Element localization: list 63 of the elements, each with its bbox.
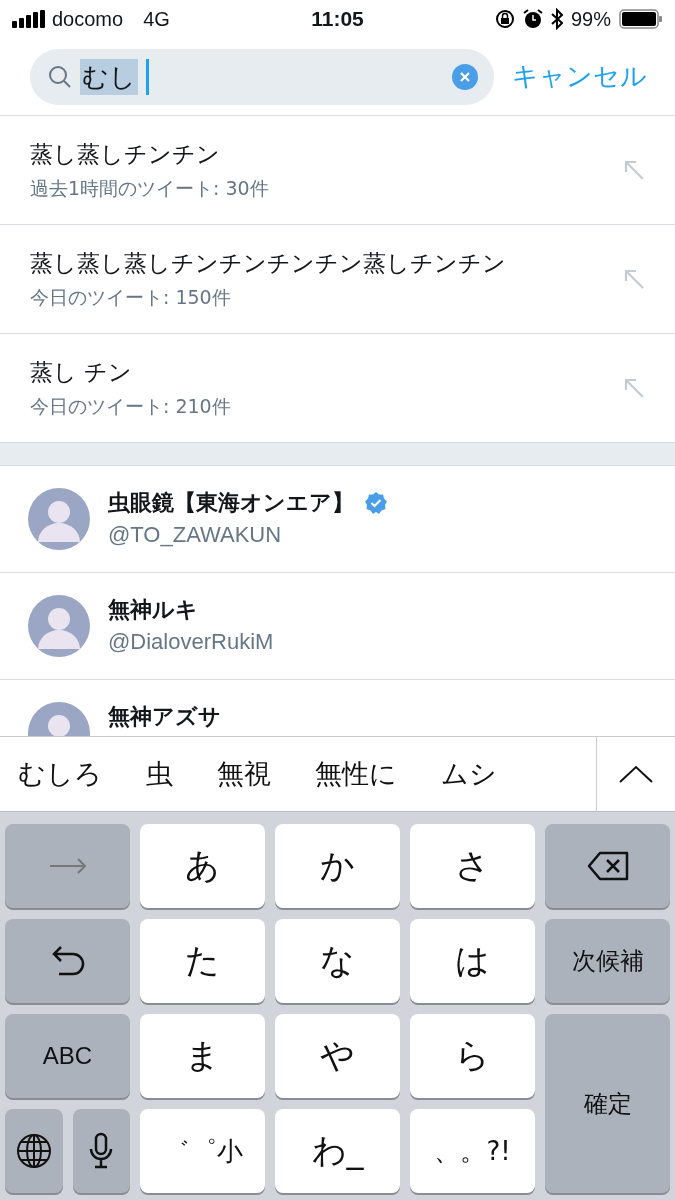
tweet-count: 今日のツイート: 210件 xyxy=(30,393,232,419)
keyboard-key[interactable]: か xyxy=(275,824,400,908)
fill-query-arrow-icon[interactable] xyxy=(623,377,645,399)
keyboard-key[interactable]: は xyxy=(410,919,535,1003)
user-name: 無神ルキ xyxy=(108,596,198,624)
clock: 11:05 xyxy=(311,7,364,31)
keyboard-key[interactable]: 、。?! xyxy=(410,1109,535,1193)
keyboard-key[interactable]: さ xyxy=(410,824,535,908)
keyboard-key[interactable] xyxy=(72,1109,130,1193)
keyboard-key[interactable]: ら xyxy=(410,1014,535,1098)
rotation-lock-icon xyxy=(494,9,515,29)
text-cursor xyxy=(146,58,149,95)
backspace-icon xyxy=(586,851,629,881)
keyboard-key[interactable]: 次候補 xyxy=(545,919,670,1003)
battery-percent: 99% xyxy=(570,7,611,31)
backspace-key[interactable] xyxy=(545,824,670,908)
confirm-key[interactable]: 確定 xyxy=(545,1014,670,1193)
user-name: 無神アズサ xyxy=(108,703,221,731)
bluetooth-icon xyxy=(550,8,563,30)
undo-icon xyxy=(50,944,85,978)
candidate-word[interactable]: 無視 xyxy=(217,756,293,792)
fill-query-arrow-icon[interactable] xyxy=(623,268,645,290)
candidate-word[interactable]: ムシ xyxy=(441,756,519,792)
suggestion-text: 蒸し蒸し蒸しチンチンチンチン蒸しチンチン xyxy=(30,248,507,278)
search-icon xyxy=(48,64,72,89)
keyboard-key[interactable]: た xyxy=(140,919,265,1003)
search-text: むし xyxy=(80,58,138,95)
keyboard-key[interactable] xyxy=(5,1109,63,1193)
globe-icon xyxy=(15,1133,52,1169)
fill-query-arrow-icon[interactable] xyxy=(623,159,645,181)
user-handle: @TO_ZAWAKUN xyxy=(108,522,283,548)
user-result[interactable]: 無神ルキ @DialoverRukiM xyxy=(0,573,675,680)
candidate-word[interactable]: 無性に xyxy=(315,756,419,792)
keyboard-key[interactable]: ゛゜小 xyxy=(140,1109,265,1193)
user-handle: @DialoverRukiM xyxy=(108,629,274,655)
keyboard-key[interactable]: ABC xyxy=(5,1014,130,1098)
network-type: 4G xyxy=(143,7,170,31)
search-suggestion[interactable]: 蒸し蒸しチンチン 過去1時間のツイート: 30件 xyxy=(0,116,675,225)
battery-icon xyxy=(619,9,663,29)
tweet-count: 過去1時間のツイート: 30件 xyxy=(30,175,270,201)
tweet-count: 今日のツイート: 150件 xyxy=(30,284,232,310)
keyboard-key[interactable]: や xyxy=(275,1014,400,1098)
chevron-up-icon xyxy=(618,764,654,784)
suggestion-text: 蒸し蒸しチンチン xyxy=(30,139,221,169)
keyboard-key[interactable]: な xyxy=(275,919,400,1003)
keyboard-key[interactable]: あ xyxy=(140,824,265,908)
arrow-icon xyxy=(48,858,87,874)
search-suggestion[interactable]: 蒸し蒸し蒸しチンチンチンチン蒸しチンチン 今日のツイート: 150件 xyxy=(0,225,675,334)
candidate-word[interactable]: 虫 xyxy=(146,756,195,792)
avatar-icon xyxy=(28,488,90,550)
search-field[interactable]: むし xyxy=(30,48,494,105)
candidate-word[interactable]: むしろ xyxy=(18,756,124,792)
keyboard-key[interactable]: ま xyxy=(140,1014,265,1098)
user-name: 虫眼鏡【東海オンエア】 xyxy=(108,489,354,517)
user-result[interactable]: 虫眼鏡【東海オンエア】 @TO_ZAWAKUN xyxy=(0,466,675,573)
signal-icon xyxy=(12,10,46,28)
suggestion-text: 蒸し チン xyxy=(30,357,134,387)
avatar-icon xyxy=(28,595,90,657)
alarm-icon xyxy=(522,9,543,29)
microphone-icon xyxy=(89,1132,114,1170)
clear-icon[interactable] xyxy=(452,63,478,90)
carrier-name: docomo xyxy=(52,7,124,31)
keyboard-key[interactable]: わ_ xyxy=(275,1109,400,1193)
